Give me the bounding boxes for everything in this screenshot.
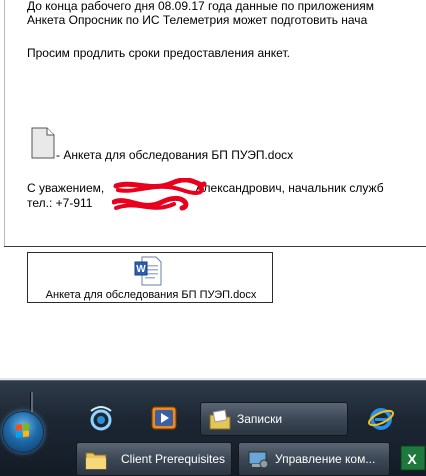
taskbar: Записки Client Prerequisites Управление … [0,380,426,476]
word-document-icon: W [134,256,162,286]
body-line-1: До конца рабочего дня 08.09.17 года данн… [27,0,374,13]
taskbar-top-edge [0,380,426,381]
signature-position: Александрович, начальник служб [195,181,384,195]
start-button[interactable] [3,412,43,452]
email-body: До конца рабочего дня 08.09.17 года данн… [0,0,426,378]
inline-attachment-link[interactable]: - Анкета для обследования БП ПУЭП.docx [56,148,293,162]
taskbar-button-computer-management[interactable]: Управление ком... [238,442,390,476]
signature-greeting: С уважением, [27,181,108,195]
body-line-2: Анкета Опросник по ИС Телеметрия может п… [27,13,368,27]
attachment-tile[interactable]: W Анкета для обследования БП ПУЭП.docx [27,252,273,303]
internet-explorer-icon[interactable] [367,404,395,432]
attachment-filename: Анкета для обследования БП ПУЭП.docx [45,289,257,301]
document-icon[interactable] [31,127,55,159]
left-border [4,0,5,246]
folder-icon [85,452,107,470]
excel-icon[interactable]: X [400,444,426,472]
signature-phone: тел.: +7-911 [27,196,93,210]
separator [4,246,426,247]
taskbar-button-label: Управление ком... [275,452,376,466]
redaction-scribble [112,178,207,211]
body-line-3: Просим продлить сроки предоставления анк… [27,46,290,60]
svg-text:W: W [136,264,146,275]
computer-management-icon [248,451,269,469]
browser-icon[interactable] [87,405,115,433]
notes-folder-icon [209,409,231,430]
taskbar-grip[interactable] [30,392,33,412]
taskbar-button-label: Записки [237,412,283,426]
svg-text:X: X [407,451,417,467]
taskbar-button-notes[interactable]: Записки [200,402,348,436]
taskbar-button-client-prerequisites[interactable]: Client Prerequisites [76,442,232,476]
windows-flag-icon [16,423,30,438]
taskbar-button-label: Client Prerequisites [121,452,226,466]
media-player-icon[interactable] [150,404,178,432]
